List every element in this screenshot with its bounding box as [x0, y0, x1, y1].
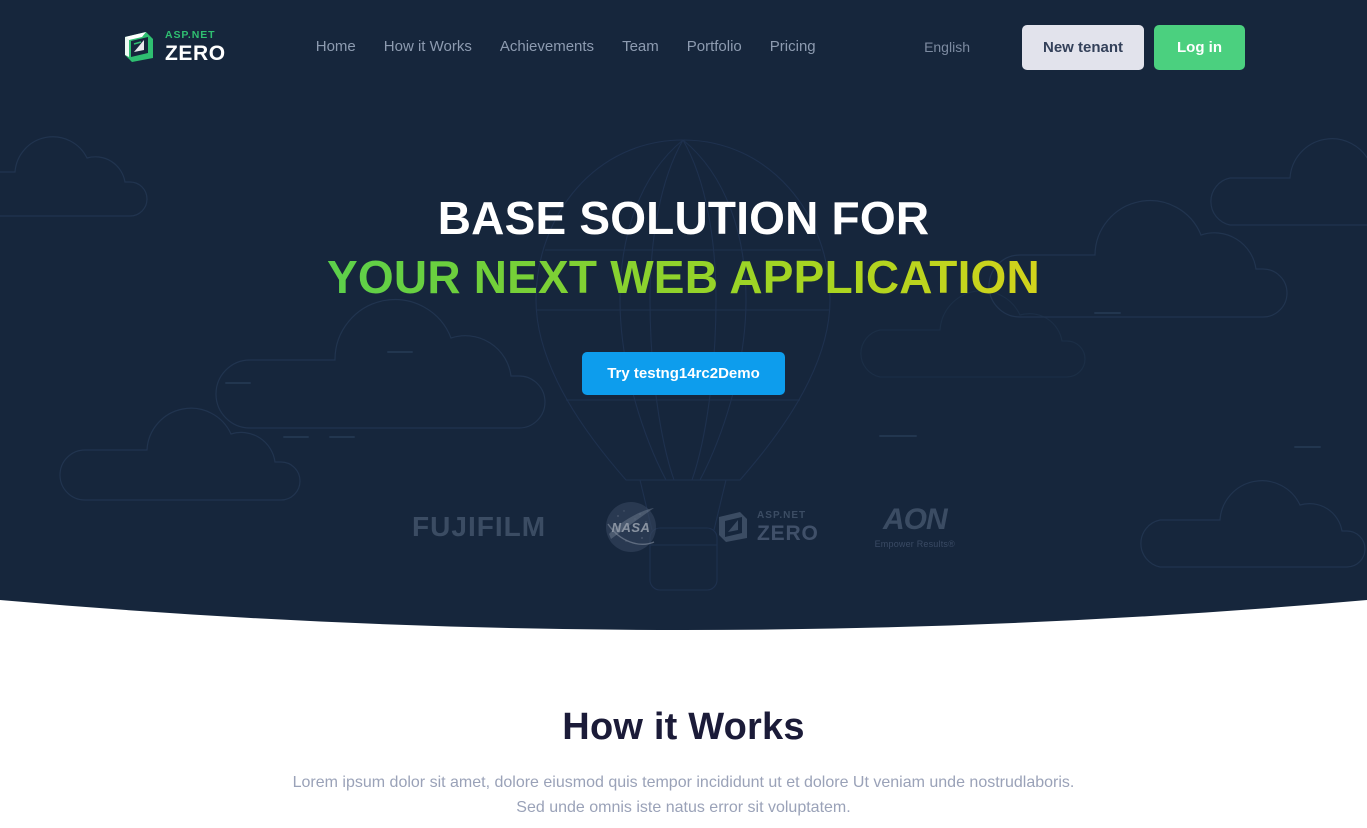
aon-logo: AON Empower Results® [874, 503, 955, 550]
nasa-logo: NASA [602, 498, 660, 556]
client-logos-row: FUJIFILM NASA ASP.NET ZERO AON Empower R… [0, 498, 1367, 556]
hero-section: ASP.NET ZERO Home How it Works Achieveme… [0, 0, 1367, 630]
main-navbar: ASP.NET ZERO Home How it Works Achieveme… [0, 0, 1367, 94]
nav-link-pricing[interactable]: Pricing [768, 34, 818, 59]
nav-link-achievements[interactable]: Achievements [498, 34, 596, 59]
aspnetzero-client-top-text: ASP.NET [757, 509, 807, 521]
how-it-works-description-line1: Lorem ipsum dolor sit amet, dolore eiusm… [292, 774, 1075, 791]
navbar-actions: English New tenant Log in [924, 24, 1245, 70]
nav-item-home: Home [314, 38, 358, 56]
fujifilm-logo: FUJIFILM [412, 511, 546, 543]
how-it-works-section: How it Works Lorem ipsum dolor sit amet,… [0, 630, 1367, 821]
aspnetzero-logo-icon [125, 32, 153, 62]
aspnetzero-client-logo-text: ASP.NET ZERO [757, 509, 819, 545]
svg-text:NASA: NASA [612, 520, 651, 535]
aspnetzero-client-logo-group: ASP.NET ZERO [716, 510, 819, 544]
brand-text: ASP.NET ZERO [165, 30, 226, 64]
aspnetzero-client-logo: ASP.NET ZERO [716, 510, 819, 544]
brand-bottom-text: ZERO [165, 41, 226, 65]
nav-item-pricing: Pricing [768, 38, 818, 56]
aon-logo-text: AON [882, 503, 948, 536]
nav-item-achievements: Achievements [498, 38, 596, 56]
how-it-works-description: Lorem ipsum dolor sit amet, dolore eiusm… [0, 771, 1367, 821]
how-it-works-description-line2: Sed unde omnis iste natus error sit volu… [516, 798, 851, 816]
hero-title-line2: YOUR NEXT WEB APPLICATION [0, 248, 1367, 307]
landing-page: ASP.NET ZERO Home How it Works Achieveme… [0, 0, 1367, 828]
language-selector[interactable]: English [924, 39, 970, 55]
aspnetzero-client-bottom-text: ZERO [757, 521, 819, 545]
nav-link-team[interactable]: Team [620, 34, 661, 59]
login-button[interactable]: Log in [1154, 24, 1245, 70]
nasa-logo-icon: NASA [606, 502, 657, 552]
brand-logo-link[interactable]: ASP.NET ZERO [122, 30, 226, 64]
nav-link-home[interactable]: Home [314, 34, 358, 59]
new-tenant-button[interactable]: New tenant [1021, 24, 1144, 70]
nav-link-portfolio[interactable]: Portfolio [685, 34, 744, 59]
aon-logo-group: AON Empower Results® [874, 503, 955, 550]
nav-link-how-it-works[interactable]: How it Works [382, 34, 474, 59]
nav-item-portfolio: Portfolio [685, 38, 744, 56]
try-demo-button[interactable]: Try testng14rc2Demo [582, 352, 785, 395]
hero-cta-wrapper: Try testng14rc2Demo [0, 352, 1367, 395]
brand-top-text: ASP.NET [165, 29, 216, 42]
aspnetzero-client-logo-icon [719, 512, 748, 542]
fujifilm-logo-text: FUJIFILM [412, 511, 547, 542]
nav-links: Home How it Works Achievements Team Port… [314, 38, 818, 56]
how-it-works-title: How it Works [562, 706, 805, 748]
nav-item-team: Team [620, 38, 661, 56]
aon-logo-tagline: Empower Results® [874, 539, 955, 549]
nav-item-how-it-works: How it Works [382, 38, 474, 56]
hero-title-line1: BASE SOLUTION FOR [437, 192, 930, 244]
